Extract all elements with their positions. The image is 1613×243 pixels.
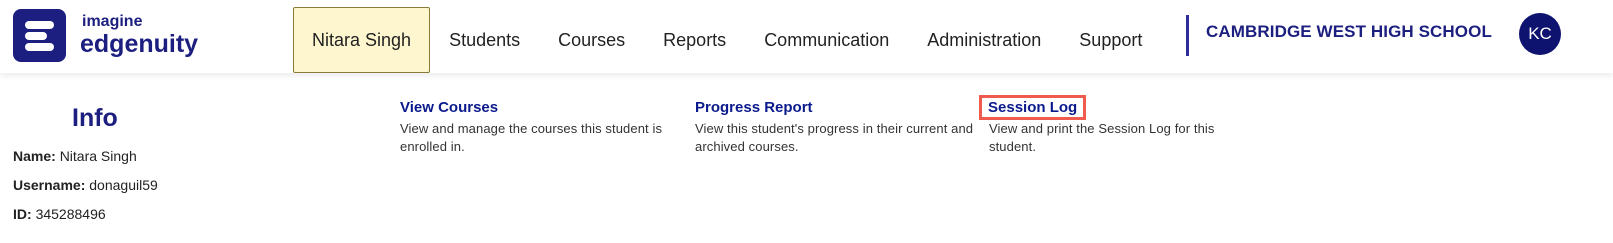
nav-tab-courses[interactable]: Courses	[539, 7, 644, 73]
nav-tab-student[interactable]: Nitara Singh	[293, 7, 431, 73]
info-name-row: Name: Nitara Singh	[13, 148, 137, 164]
nav-tab-support[interactable]: Support	[1060, 7, 1161, 73]
nav-tab-administration[interactable]: Administration	[908, 7, 1060, 73]
progress-report-link[interactable]: Progress Report	[695, 99, 813, 116]
view-courses-card: View Courses View and manage the courses…	[400, 99, 680, 156]
user-avatar[interactable]: KC	[1519, 13, 1561, 55]
info-id-label: ID:	[13, 206, 32, 222]
info-username-label: Username:	[13, 177, 86, 193]
edgenuity-logo[interactable]: imagine edgenuity	[13, 9, 198, 62]
info-username-row: Username: donaguil59	[13, 177, 158, 193]
info-username-value: donaguil59	[89, 177, 158, 193]
logo-line-1: imagine	[82, 13, 143, 30]
view-courses-description: View and manage the courses this student…	[400, 121, 663, 154]
info-id-value: 345288496	[35, 206, 106, 222]
view-courses-link[interactable]: View Courses	[400, 99, 498, 116]
info-heading: Info	[72, 104, 118, 132]
info-id-row: ID: 345288496	[13, 206, 106, 222]
progress-report-card: Progress Report View this student's prog…	[695, 99, 975, 156]
top-navigation-bar: imagine edgenuity Nitara Singh Students …	[0, 0, 1613, 73]
logo-line-2: edgenuity	[80, 30, 199, 58]
nav-tab-reports[interactable]: Reports	[644, 7, 745, 73]
session-log-card: Session Log View and print the Session L…	[978, 95, 1259, 156]
school-name: CAMBRIDGE WEST HIGH SCHOOL	[1206, 22, 1492, 41]
info-name-label: Name:	[13, 148, 56, 164]
nav-tab-communication[interactable]: Communication	[745, 7, 908, 73]
info-name-value: Nitara Singh	[59, 148, 137, 164]
nav-tab-students[interactable]: Students	[430, 7, 539, 73]
nav-divider	[1186, 15, 1189, 56]
session-log-link[interactable]: Session Log	[978, 95, 1087, 120]
progress-report-description: View this student's progress in their cu…	[695, 121, 974, 154]
logo-wordmark: imagine edgenuity	[80, 14, 198, 57]
main-nav: Nitara Singh Students Courses Reports Co…	[293, 7, 1161, 73]
session-log-description: View and print the Session Log for this …	[989, 121, 1215, 154]
edgenuity-logo-icon	[13, 9, 66, 62]
